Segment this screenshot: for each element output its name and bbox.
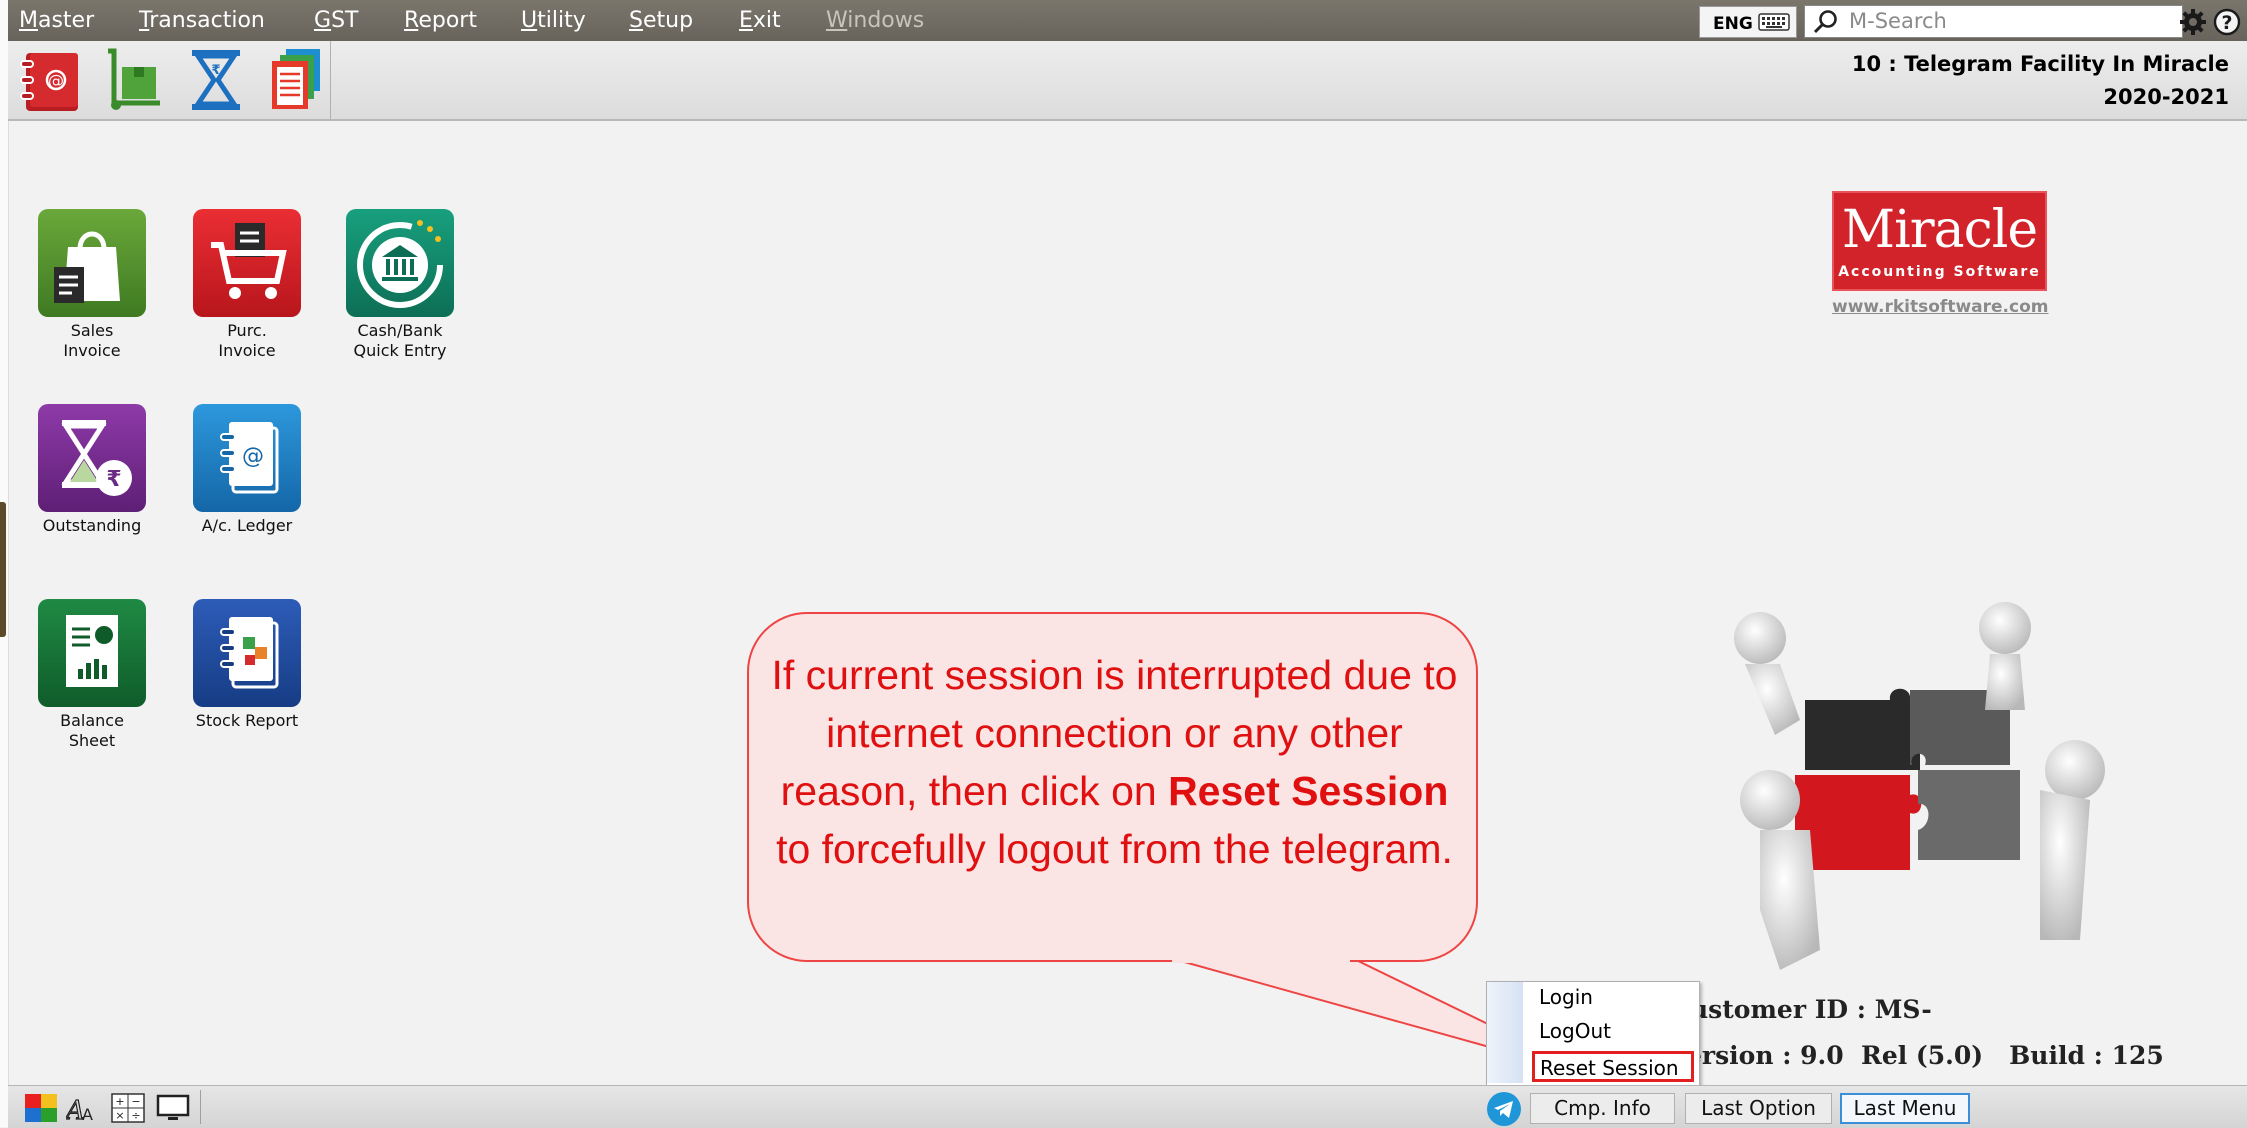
svg-text:−: − <box>131 1095 140 1108</box>
miracle-logo: Miracle Accounting Software <box>1832 191 2047 291</box>
sales-invoice-shortcut[interactable]: Sales Invoice <box>22 209 162 361</box>
outstanding-label: Outstanding <box>42 516 142 535</box>
search-icon <box>1813 10 1837 34</box>
menu-master[interactable]: Master <box>19 8 94 33</box>
toolbar-separator <box>330 41 331 119</box>
customer-id: ustomer ID : MS- <box>1690 995 1932 1024</box>
svg-text:₹: ₹ <box>106 467 121 492</box>
gear-icon[interactable] <box>2179 8 2207 36</box>
language-indicator[interactable]: ENG <box>1699 6 1797 38</box>
callout-join-cover <box>1172 957 1350 963</box>
ac-ledger-shortcut[interactable]: @ A/c. Ledger <box>177 404 317 536</box>
tutorial-callout: If current session is interrupted due to… <box>747 612 1478 962</box>
svg-text:÷: ÷ <box>131 1109 140 1122</box>
purchase-cart-icon <box>193 209 301 317</box>
financial-year: 2020-2021 <box>2103 85 2229 109</box>
telegram-context-menu: Login LogOut Reset Session <box>1486 981 1700 1086</box>
last-option-button[interactable]: Last Option <box>1685 1093 1832 1124</box>
purc-invoice-label: Purc. Invoice <box>218 321 276 360</box>
outstanding-icon: ₹ <box>38 404 146 512</box>
balance-sheet-label: Balance Sheet <box>60 711 124 750</box>
cmp-info-button[interactable]: Cmp. Info <box>1530 1093 1675 1124</box>
last-menu-button[interactable]: Last Menu <box>1840 1093 1970 1124</box>
ledger-icon: @ <box>193 404 301 512</box>
menu-report[interactable]: Report <box>404 8 477 33</box>
context-menu-gutter <box>1487 982 1523 1083</box>
menu-exit[interactable]: Exit <box>739 8 781 33</box>
language-label: ENG <box>1713 14 1753 34</box>
report-stack-icon[interactable] <box>262 47 330 113</box>
stock-report-icon <box>193 599 301 707</box>
svg-text:+: + <box>115 1095 124 1108</box>
toolbar: @ ₹ 10 : Telegram Facility In Miracle 20… <box>8 41 2247 121</box>
menu-item-login[interactable]: Login <box>1539 985 1593 1009</box>
menu-setup[interactable]: Setup <box>629 8 693 33</box>
website-link[interactable]: www.rkitsoftware.com <box>1832 297 2048 317</box>
menu-item-logout[interactable]: LogOut <box>1539 1019 1611 1043</box>
calculator-icon[interactable]: + − × ÷ <box>111 1093 145 1123</box>
balance-sheet-icon <box>38 599 146 707</box>
svg-text:₹: ₹ <box>211 63 220 78</box>
keyboard-icon <box>1758 13 1790 31</box>
menu-gst[interactable]: GST <box>314 8 358 33</box>
sales-invoice-label: Sales Invoice <box>63 321 121 360</box>
color-theme-icon[interactable] <box>24 1093 58 1123</box>
left-dock-tab[interactable] <box>0 502 6 637</box>
bank-icon <box>346 209 454 317</box>
menu-transaction[interactable]: Transaction <box>139 8 265 33</box>
purc-invoice-shortcut[interactable]: Purc. Invoice <box>177 209 317 361</box>
help-icon[interactable]: ? <box>2213 8 2241 36</box>
svg-text:@: @ <box>242 444 264 469</box>
cash-bank-quick-entry-shortcut[interactable]: Cash/Bank Quick Entry <box>330 209 470 361</box>
font-icon[interactable]: A A <box>66 1093 100 1123</box>
svg-text:?: ? <box>2221 12 2232 34</box>
m-search-input[interactable]: M-Search <box>1804 5 2183 38</box>
svg-text:@: @ <box>48 71 64 90</box>
menu-windows[interactable]: Windows <box>826 8 924 33</box>
status-separator <box>200 1090 201 1124</box>
svg-text:×: × <box>115 1109 124 1122</box>
stock-report-shortcut[interactable]: Stock Report <box>177 599 317 731</box>
ledger-book-icon[interactable]: @ <box>18 47 86 113</box>
company-name: 10 : Telegram Facility In Miracle <box>1851 52 2229 76</box>
balance-sheet-shortcut[interactable]: Balance Sheet <box>22 599 162 751</box>
status-bar: A A + − × ÷ Cmp. Info Last Option Last M… <box>8 1085 2247 1128</box>
trolley-box-icon[interactable] <box>100 47 168 113</box>
logo-subtitle: Accounting Software <box>1838 264 2041 280</box>
logo-title: Miracle <box>1841 200 2038 260</box>
ac-ledger-label: A/c. Ledger <box>201 516 293 535</box>
callout-text: If current session is interrupted due to… <box>771 652 1458 872</box>
search-placeholder: M-Search <box>1849 9 1947 33</box>
company-info: 10 : Telegram Facility In Miracle 2020-2… <box>1852 48 2229 114</box>
menu-bar: Master Transaction GST Report Utility Se… <box>8 0 2247 41</box>
outstanding-shortcut[interactable]: ₹ Outstanding <box>22 404 162 536</box>
menu-utility[interactable]: Utility <box>521 8 586 33</box>
telegram-icon[interactable] <box>1486 1091 1522 1127</box>
menu-item-reset-session[interactable]: Reset Session <box>1532 1051 1694 1082</box>
stock-report-label: Stock Report <box>195 711 299 730</box>
cash-bank-label: Cash/Bank Quick Entry <box>353 321 447 360</box>
sales-invoice-icon <box>38 209 146 317</box>
svg-text:A: A <box>82 1105 93 1123</box>
rupee-hourglass-icon[interactable]: ₹ <box>182 47 250 113</box>
teamwork-puzzle-illustration <box>1734 602 2105 970</box>
version-info: ersion : 9.0 Rel (5.0) Build : 125 <box>1686 1041 2164 1070</box>
monitor-icon[interactable] <box>156 1093 190 1123</box>
